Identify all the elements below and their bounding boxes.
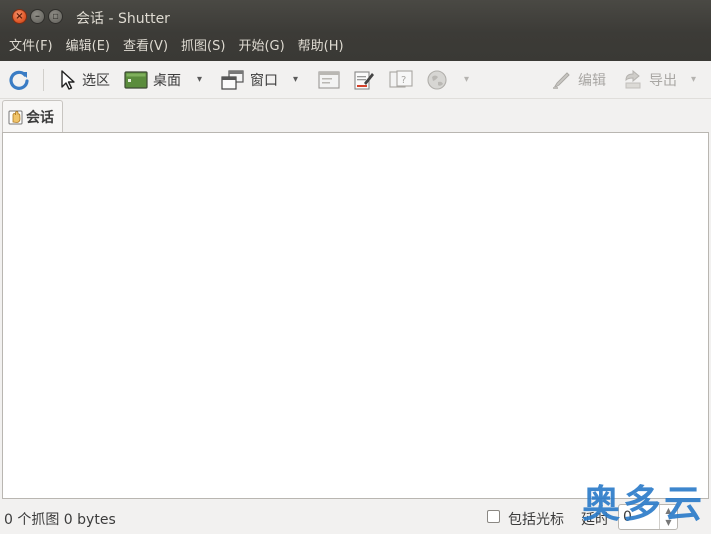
toolbar: 选区 桌面 ▾ 窗口 ▾ ? ▾ 编辑 导出 ▾ — [0, 61, 711, 99]
edit-button[interactable]: 编辑 — [551, 61, 606, 99]
close-icon: × — [15, 11, 24, 22]
delay-label: 延时 — [581, 512, 609, 528]
window-icon — [221, 70, 244, 90]
menu-file[interactable]: 文件(F) — [4, 33, 58, 61]
selection-capture-button[interactable]: 选区 — [59, 61, 110, 99]
svg-text:?: ? — [401, 75, 406, 86]
menu-screenshot[interactable]: 抓图(S) — [176, 33, 230, 61]
menu-view[interactable]: 查看(V) — [118, 33, 173, 61]
desktop-icon — [124, 71, 148, 89]
include-cursor-checkbox[interactable] — [487, 510, 500, 523]
session-hand-icon — [8, 110, 23, 124]
refresh-button[interactable] — [8, 61, 30, 99]
window-label: 窗口 — [250, 73, 278, 89]
tab-session-label: 会话 — [26, 109, 54, 126]
minimize-window-button[interactable]: – — [30, 9, 45, 24]
close-window-button[interactable]: × — [12, 9, 27, 24]
tab-session[interactable]: 会话 — [2, 100, 63, 132]
edit-note-icon — [354, 71, 374, 90]
toolbar-separator — [43, 69, 44, 91]
delay-value: 0 — [623, 509, 632, 525]
status-bar: 0 个抓图 0 bytes 包括光标 延时 0 ▲ ▼ — [0, 500, 711, 534]
window-dropdown-arrow[interactable]: ▾ — [293, 61, 298, 99]
menu-capture-icon — [318, 71, 340, 89]
selection-label: 选区 — [82, 73, 110, 89]
edit-brush-icon — [553, 72, 570, 89]
desktop-label: 桌面 — [153, 73, 181, 89]
desktop-dropdown-arrow[interactable]: ▾ — [197, 61, 202, 99]
shutter-window: × – ▫ 会话 - Shutter 文件(F) 编辑(E) 查看(V) 抓图(… — [0, 0, 711, 534]
globe-capture-button[interactable] — [426, 61, 448, 99]
minimize-icon: – — [35, 11, 40, 22]
session-view[interactable] — [2, 132, 709, 499]
export-label: 导出 — [649, 73, 677, 89]
menu-capture-button[interactable] — [318, 61, 340, 99]
menu-edit[interactable]: 编辑(E) — [61, 33, 115, 61]
window-title: 会话 - Shutter — [76, 11, 170, 27]
export-dropdown-arrow[interactable]: ▾ — [691, 61, 696, 99]
title-bar: × – ▫ 会话 - Shutter — [0, 0, 711, 33]
screenshot-summary: 0 个抓图 0 bytes — [4, 512, 116, 528]
menu-go[interactable]: 开始(G) — [233, 33, 289, 61]
tooltip-capture-button[interactable] — [353, 61, 375, 99]
export-button[interactable]: 导出 — [622, 61, 677, 99]
globe-icon — [427, 70, 447, 90]
maximize-icon: ▫ — [52, 11, 59, 22]
menu-bar: 文件(F) 编辑(E) 查看(V) 抓图(S) 开始(G) 帮助(H) — [0, 33, 711, 61]
help-tooltip-icon: ? — [389, 70, 413, 88]
web-capture-button[interactable]: ? — [389, 61, 413, 99]
include-cursor-label: 包括光标 — [508, 512, 564, 528]
cursor-icon — [61, 70, 75, 90]
edit-label: 编辑 — [578, 73, 606, 89]
window-capture-button[interactable]: 窗口 — [221, 61, 278, 99]
globe-dropdown-arrow[interactable]: ▾ — [464, 61, 469, 99]
maximize-window-button[interactable]: ▫ — [48, 9, 63, 24]
tab-bar: 会话 — [0, 99, 711, 132]
refresh-icon — [9, 70, 29, 90]
spin-arrows-icon[interactable]: ▲ ▼ — [659, 505, 677, 529]
export-icon — [625, 69, 641, 89]
desktop-capture-button[interactable]: 桌面 — [124, 61, 181, 99]
menu-help[interactable]: 帮助(H) — [293, 33, 349, 61]
delay-spinbox[interactable]: 0 ▲ ▼ — [618, 504, 678, 530]
